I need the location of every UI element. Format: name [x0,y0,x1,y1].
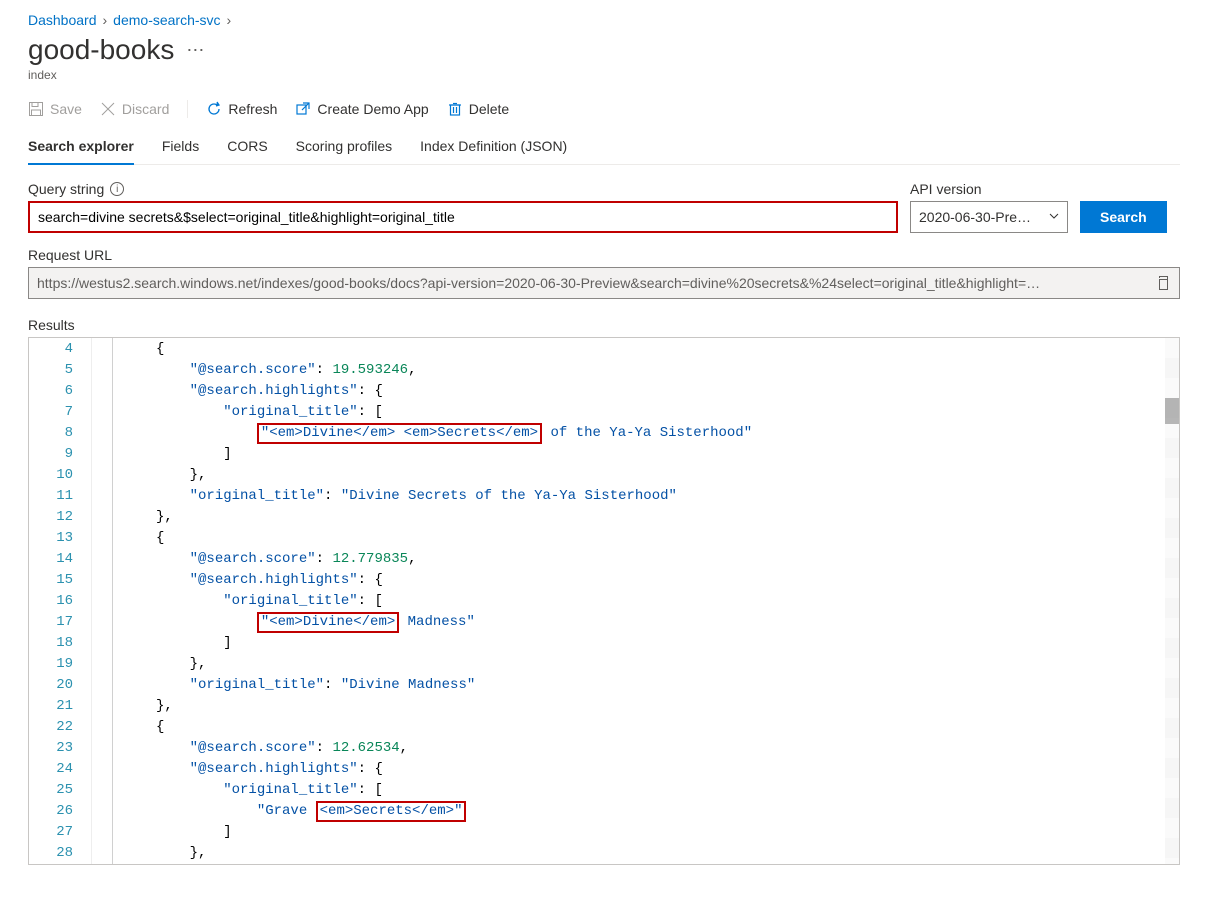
page-title: good-books [28,34,174,66]
breadcrumb-link-service[interactable]: demo-search-svc [113,12,220,28]
save-button: Save [28,101,82,117]
more-icon[interactable]: ⋯ [186,40,206,61]
delete-button[interactable]: Delete [447,101,509,117]
tab-search-explorer[interactable]: Search explorer [28,130,134,164]
request-url-text: https://westus2.search.windows.net/index… [37,275,1147,291]
external-link-icon [295,101,311,117]
query-string-input[interactable] [28,201,898,233]
create-demo-app-button[interactable]: Create Demo App [295,101,428,117]
code-content[interactable]: { "@search.score": 19.593246, "@search.h… [156,338,1179,864]
results-editor[interactable]: 4567891011121314151617181920212223242526… [28,337,1180,865]
chevron-right-icon: › [227,12,232,28]
line-number-gutter: 4567891011121314151617181920212223242526… [29,338,91,864]
page-subtitle: index [28,68,1180,82]
info-icon[interactable]: i [110,182,124,196]
discard-button: Discard [100,101,169,117]
breadcrumb-link-dashboard[interactable]: Dashboard [28,12,97,28]
tab-fields[interactable]: Fields [162,130,199,164]
divider [187,100,188,118]
search-button[interactable]: Search [1080,201,1167,233]
tab-cors[interactable]: CORS [227,130,267,164]
query-string-label: Query string i [28,181,898,197]
refresh-button[interactable]: Refresh [206,101,277,117]
api-version-label: API version [910,181,1068,197]
copy-icon[interactable] [1155,275,1171,291]
chevron-right-icon: › [103,12,108,28]
save-icon [28,101,44,117]
breadcrumb: Dashboard › demo-search-svc › [28,12,1180,28]
trash-icon [447,101,463,117]
request-url-label: Request URL [28,247,1180,263]
close-icon [100,101,116,117]
refresh-icon [206,101,222,117]
api-version-select[interactable]: 2020-06-30-Pre… [910,201,1068,233]
command-bar: Save Discard Refresh Create Demo App Del… [28,100,1180,126]
request-url-box: https://westus2.search.windows.net/index… [28,267,1180,299]
minimap-thumb[interactable] [1165,398,1179,424]
tabs: Search explorer Fields CORS Scoring prof… [28,130,1180,165]
results-label: Results [28,317,1180,333]
tab-index-definition[interactable]: Index Definition (JSON) [420,130,567,164]
tab-scoring-profiles[interactable]: Scoring profiles [296,130,393,164]
